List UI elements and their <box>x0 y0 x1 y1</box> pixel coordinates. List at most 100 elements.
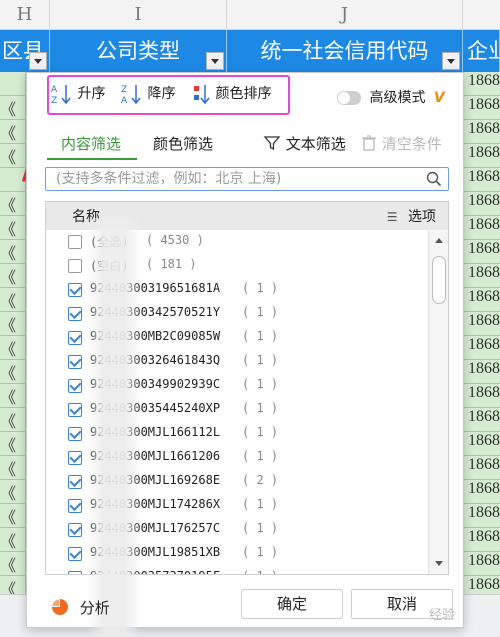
filter-panel: A Z 升序 Z A 降序 颜色排序 高级模式 V 内容筛选 颜色筛选 文本筛选… <box>26 72 464 637</box>
cell-value: 1868 <box>468 192 500 209</box>
item-checkbox[interactable] <box>68 259 82 273</box>
item-count: ( 1 ) <box>242 449 279 463</box>
column-j-header[interactable]: J <box>227 0 463 30</box>
field-header-credit-code[interactable]: 统一社会信用代码 <box>227 30 463 72</box>
sort-ascending-button[interactable]: A Z 升序 <box>51 83 106 106</box>
field-header-company-label: 企业 <box>467 39 499 63</box>
sort-descending-button[interactable]: Z A 降序 <box>121 83 176 106</box>
item-count: ( 1 ) <box>242 353 279 367</box>
item-checkbox[interactable] <box>68 499 82 513</box>
item-count: ( 1 ) <box>242 521 279 535</box>
advanced-mode-label: 高级模式 <box>369 90 426 106</box>
search-icon[interactable] <box>426 171 442 187</box>
item-checkbox[interactable] <box>68 307 82 321</box>
text-filter-button[interactable]: 文本筛选 <box>263 133 346 155</box>
trash-icon <box>362 135 376 151</box>
field-header-district[interactable]: 区县 <box>0 30 50 72</box>
cell-value: 1868 <box>468 528 500 545</box>
analyze-button[interactable]: 分析 <box>51 597 110 618</box>
svg-text:A: A <box>51 85 58 95</box>
column-header-row: H I J <box>0 0 500 30</box>
scroll-up-arrow-icon[interactable] <box>435 238 443 243</box>
item-count: ( 181 ) <box>146 257 197 271</box>
cell-text: 《 <box>0 342 17 359</box>
column-k-header[interactable] <box>463 0 500 30</box>
svg-text:Z: Z <box>121 85 127 95</box>
ok-button[interactable]: 确定 <box>241 589 343 619</box>
cell-value: 1868 <box>468 120 500 137</box>
funnel-icon <box>263 136 281 151</box>
cell-value: 1868 <box>468 240 500 257</box>
item-count: ( 1 ) <box>242 497 279 511</box>
list-scrollbar[interactable] <box>428 230 448 574</box>
item-count: ( 1 ) <box>242 569 278 574</box>
clear-conditions-button[interactable]: 清空条件 <box>361 133 442 155</box>
item-checkbox[interactable] <box>68 331 82 345</box>
item-checkbox[interactable] <box>68 283 82 297</box>
item-checkbox[interactable] <box>68 427 82 441</box>
item-count: ( 1 ) <box>242 329 279 343</box>
cell-value: 1868 <box>468 432 500 449</box>
item-count: ( 1 ) <box>242 545 279 559</box>
watermark-text: 经验 <box>428 608 455 623</box>
cell-value: 1868 <box>468 576 500 593</box>
search-box[interactable] <box>45 167 449 191</box>
tab-content-filter[interactable]: 内容筛选 <box>61 133 121 155</box>
active-tab-underline <box>47 158 137 160</box>
tab-color-filter[interactable]: 颜色筛选 <box>153 133 213 155</box>
item-checkbox[interactable] <box>68 355 82 369</box>
cell-value: 1868 <box>468 360 500 377</box>
item-checkbox[interactable] <box>68 523 82 537</box>
column-h-header[interactable]: H <box>0 0 50 30</box>
scroll-down-arrow-icon[interactable] <box>435 561 443 566</box>
item-checkbox[interactable] <box>68 379 82 393</box>
cell-value: 1868 <box>468 480 500 497</box>
item-count: ( 1 ) <box>242 305 279 319</box>
right-data-cells[interactable]: 1868 1868 1868 1868 1868 1868 1868 1868 … <box>464 72 500 594</box>
cell-value: 1868 <box>468 96 500 113</box>
sort-descending-icon: Z A <box>121 85 141 106</box>
cell-value: 1868 <box>468 72 500 89</box>
panel-footer: 分析 确定 取消 经验 <box>27 581 463 627</box>
sort-by-color-label: 颜色排序 <box>215 86 272 102</box>
cell-value: 1868 <box>468 312 500 329</box>
filter-dropdown-button-district[interactable] <box>29 52 47 70</box>
item-checkbox[interactable] <box>68 451 82 465</box>
cell-text: 《 <box>0 414 17 431</box>
cell-text: 《 <box>0 390 17 407</box>
toggle-switch-icon[interactable] <box>337 91 361 105</box>
item-checkbox[interactable] <box>68 403 82 417</box>
list-options-label: 选项 <box>408 209 436 225</box>
cell-text: 《 <box>0 126 17 143</box>
scrollbar-thumb[interactable] <box>432 256 446 304</box>
filter-dropdown-button-credit-code[interactable] <box>442 52 460 70</box>
sort-by-color-button[interactable]: 颜色排序 <box>191 83 271 105</box>
column-i-header[interactable]: I <box>50 0 227 30</box>
advanced-mode-toggle[interactable]: 高级模式 V <box>337 87 445 109</box>
sort-ascending-label: 升序 <box>77 86 106 102</box>
field-header-company-type[interactable]: 公司类型 <box>50 30 227 72</box>
cell-text: 《 <box>0 150 17 167</box>
sort-descending-label: 降序 <box>147 86 176 102</box>
cell-value: 1868 <box>468 504 500 521</box>
item-count: ( 2 ) <box>242 473 279 487</box>
color-sort-icon <box>194 85 210 105</box>
search-input[interactable] <box>46 168 416 190</box>
item-count: ( 1 ) <box>242 401 279 415</box>
item-count: ( 1 ) <box>242 281 279 295</box>
item-count: ( 4530 ) <box>146 233 204 247</box>
svg-text:A: A <box>121 96 128 105</box>
item-checkbox[interactable] <box>68 475 82 489</box>
svg-text:Z: Z <box>51 96 57 105</box>
item-count: ( 1 ) <box>242 377 279 391</box>
cell-text: 《 <box>0 462 17 479</box>
privacy-blur <box>87 218 141 637</box>
item-checkbox[interactable] <box>68 571 82 574</box>
cell-text: 《 <box>0 198 17 215</box>
item-checkbox[interactable] <box>68 235 82 249</box>
item-checkbox[interactable] <box>68 547 82 561</box>
filter-dropdown-button-company-type[interactable] <box>206 52 224 70</box>
list-options-button[interactable]: ☰ 选项 <box>387 206 436 226</box>
cell-value: 1868 <box>468 336 500 353</box>
field-header-company[interactable]: 企业 <box>463 30 500 72</box>
